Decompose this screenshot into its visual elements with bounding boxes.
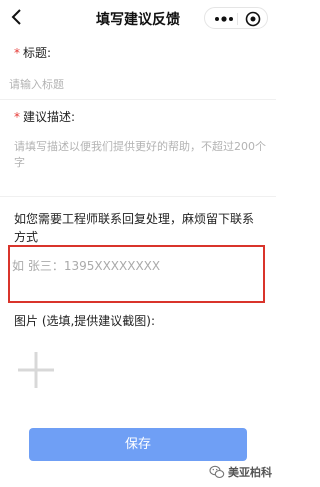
divider xyxy=(0,196,276,197)
required-mark: * xyxy=(14,46,20,60)
watermark-text: 美亚柏科 xyxy=(228,466,272,479)
required-mark: * xyxy=(14,110,20,124)
divider xyxy=(0,99,276,100)
more-dots-icon[interactable] xyxy=(214,16,234,22)
title-label: * 标题: xyxy=(14,46,52,60)
capsule-divider xyxy=(237,13,238,25)
description-input[interactable]: 请填写描述以便我们提供更好的帮助，不超过200个字 xyxy=(14,139,266,171)
image-label: 图片 (选填,提供建议截图): xyxy=(14,314,156,328)
capsule-menu xyxy=(204,7,268,29)
watermark: 美亚柏科 xyxy=(209,463,272,481)
wechat-icon xyxy=(209,465,225,479)
contact-input[interactable]: 如 张三：1395XXXXXXXX xyxy=(12,257,160,274)
description-label: * 建议描述: xyxy=(14,110,76,124)
plus-icon[interactable] xyxy=(16,350,56,390)
contact-highlight-box xyxy=(8,245,265,303)
navbar: 填写建议反馈 xyxy=(0,0,276,36)
save-button[interactable]: 保存 xyxy=(29,428,247,461)
target-circle-icon[interactable] xyxy=(245,11,261,27)
contact-note: 如您需要工程师联系回复处理，麻烦留下联系方式 xyxy=(14,212,255,244)
title-input[interactable]: 请输入标题 xyxy=(9,77,64,93)
